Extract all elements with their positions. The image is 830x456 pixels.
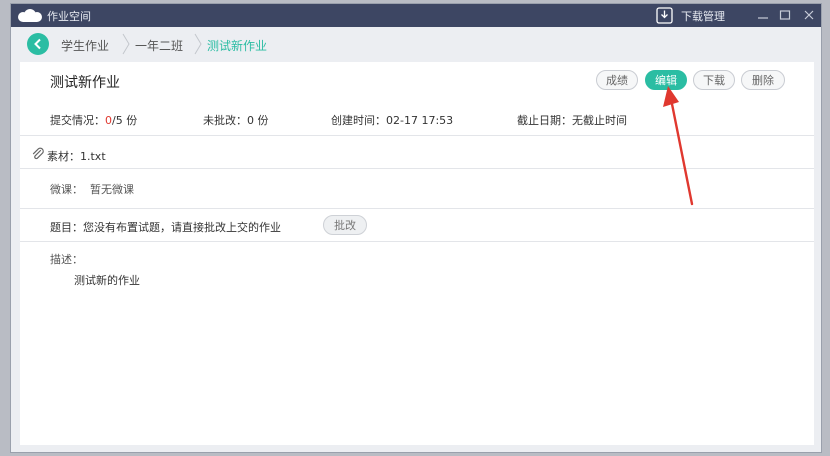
breadcrumb: 学生作业 一年二班 测试新作业 (17, 28, 815, 60)
divider (20, 208, 814, 209)
close-button[interactable] (800, 6, 818, 24)
grade-homework-button[interactable]: 批改 (323, 215, 367, 235)
deadline: 截止日期：无截止时间 (517, 114, 627, 127)
breadcrumb-separator-icon (194, 33, 202, 55)
back-button[interactable] (27, 33, 49, 55)
submission-status: 提交情况：0/5 份 (50, 114, 138, 127)
breadcrumb-separator-icon (122, 33, 130, 55)
app-title: 作业空间 (47, 10, 91, 23)
delete-button[interactable]: 删除 (741, 70, 785, 90)
material-file-link[interactable]: 素材：1.txt (47, 148, 106, 164)
microlesson-value: 暂无微课 (90, 183, 134, 196)
description-value: 测试新的作业 (74, 274, 140, 287)
page-title: 测试新作业 (50, 75, 120, 91)
divider (20, 135, 814, 136)
download-icon[interactable] (656, 7, 673, 24)
question-text: 题目：您没有布置试题，请直接批改上交的作业 (50, 221, 281, 234)
grades-button[interactable]: 成绩 (596, 70, 638, 90)
breadcrumb-item-class[interactable]: 一年二班 (135, 37, 183, 54)
title-bar: 作业空间 下载管理 (11, 4, 821, 27)
paperclip-icon (31, 147, 45, 164)
description-label: 描述： (50, 253, 83, 266)
chevron-left-icon (34, 38, 41, 50)
submitted-count: 0 (105, 114, 112, 127)
breadcrumb-item-current: 测试新作业 (207, 39, 268, 53)
breadcrumb-item-student-homework[interactable]: 学生作业 (61, 37, 109, 54)
maximize-button[interactable] (776, 6, 794, 24)
microlesson-label: 微课： (50, 183, 83, 196)
app-window: 作业空间 下载管理 学生作业 一年二班 测试新作业 测试新作业 成绩 编辑 下载… (10, 3, 822, 453)
divider (20, 241, 814, 242)
cloud-logo-icon (17, 9, 43, 22)
divider (20, 168, 814, 169)
download-manager-link[interactable]: 下载管理 (681, 8, 725, 24)
homework-detail-panel: 测试新作业 成绩 编辑 下载 删除 提交情况：0/5 份 未批改：0 份 创建时… (20, 62, 814, 445)
created-time: 创建时间：02-17 17:53 (331, 114, 454, 127)
ungraded-count: 未批改：0 份 (203, 114, 269, 127)
minimize-button[interactable] (754, 6, 772, 24)
edit-button[interactable]: 编辑 (645, 70, 687, 90)
download-button[interactable]: 下载 (693, 70, 735, 90)
